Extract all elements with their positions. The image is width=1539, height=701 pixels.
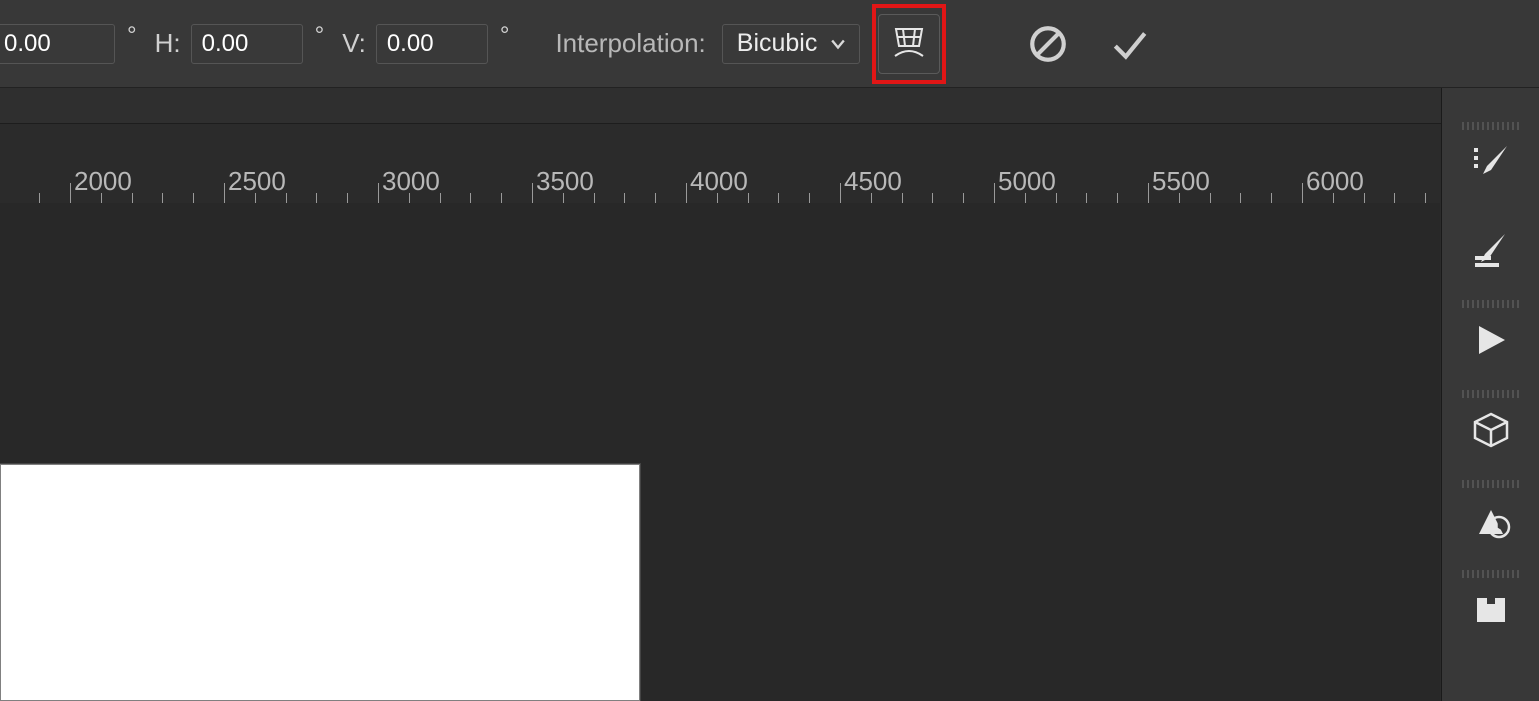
ruler-tick xyxy=(1117,193,1118,203)
ruler-tick xyxy=(193,193,194,203)
ruler-label: 2000 xyxy=(74,166,132,197)
ruler-tick xyxy=(316,193,317,203)
ruler-tick xyxy=(655,193,656,203)
transform-options-bar: 0.00 ° H: 0.00 ° V: 0.00 ° Interpolation… xyxy=(0,0,1539,88)
ruler-tick xyxy=(994,183,995,203)
cube-icon xyxy=(1471,410,1511,450)
ruler-tick xyxy=(1425,193,1426,203)
libraries-panel-button[interactable] xyxy=(1467,586,1515,634)
ruler-tick xyxy=(347,193,348,203)
canvas-viewport[interactable] xyxy=(0,203,1440,701)
brushes-panel-button[interactable] xyxy=(1467,138,1515,186)
cancel-icon xyxy=(1027,23,1069,65)
ruler-tick xyxy=(963,193,964,203)
ruler-tick xyxy=(532,183,533,203)
ruler-tick xyxy=(1148,183,1149,203)
degree-symbol: ° xyxy=(127,22,137,50)
ruler-tick xyxy=(162,193,163,203)
ruler-tick xyxy=(501,193,502,203)
ruler-tick xyxy=(1394,193,1395,203)
history-icon xyxy=(1471,500,1511,540)
document-tab-bar xyxy=(0,88,1539,124)
cancel-transform-button[interactable] xyxy=(1020,16,1076,72)
ruler-tick xyxy=(70,183,71,203)
rotation-angle-input[interactable]: 0.00 xyxy=(0,24,115,64)
panel-group-actions xyxy=(1452,300,1530,390)
interpolation-dropdown[interactable]: Bicubic xyxy=(722,24,861,64)
ruler-tick xyxy=(224,183,225,203)
panel-group-brushes xyxy=(1452,122,1530,300)
ruler-label: 3500 xyxy=(536,166,594,197)
ruler-tick xyxy=(778,193,779,203)
ruler-label: 5500 xyxy=(1152,166,1210,197)
warp-icon xyxy=(889,24,929,64)
ruler-label: 3000 xyxy=(382,166,440,197)
play-icon xyxy=(1471,320,1511,360)
ruler-tick xyxy=(809,193,810,203)
ruler-label: 4500 xyxy=(844,166,902,197)
commit-transform-button[interactable] xyxy=(1102,16,1158,72)
libraries-icon xyxy=(1471,590,1511,630)
horizontal-ruler: 2000 2500 3000 3500 4000 4500 5000 5500 6000 xyxy=(0,155,1440,203)
warp-mode-button[interactable] xyxy=(878,14,940,74)
interpolation-label: Interpolation: xyxy=(555,28,705,59)
3d-panel-button[interactable] xyxy=(1467,406,1515,454)
history-panel-button[interactable] xyxy=(1467,496,1515,544)
ruler-label: 6000 xyxy=(1306,166,1364,197)
ruler-tick xyxy=(686,183,687,203)
skew-v-input[interactable]: 0.00 xyxy=(376,24,488,64)
panel-group-3d xyxy=(1452,390,1530,480)
skew-h-label: H: xyxy=(155,28,181,59)
collapsed-panels-strip xyxy=(1441,88,1539,701)
ruler-label: 4000 xyxy=(690,166,748,197)
ruler-tick xyxy=(840,183,841,203)
ruler-tick xyxy=(39,193,40,203)
ruler-tick xyxy=(1086,193,1087,203)
brush-settings-icon xyxy=(1471,230,1511,270)
ruler-tick xyxy=(470,193,471,203)
panel-group-libraries xyxy=(1452,570,1530,660)
ruler-tick xyxy=(624,193,625,203)
ruler-label: 5000 xyxy=(998,166,1056,197)
ruler-tick xyxy=(1240,193,1241,203)
degree-symbol: ° xyxy=(500,22,510,50)
artboard[interactable] xyxy=(0,464,640,701)
brush-list-icon xyxy=(1471,142,1511,182)
skew-v-label: V: xyxy=(342,28,366,59)
ruler-tick xyxy=(932,193,933,203)
actions-panel-button[interactable] xyxy=(1467,316,1515,364)
degree-symbol: ° xyxy=(315,22,325,50)
ruler-tick xyxy=(378,183,379,203)
ruler-tick xyxy=(1271,193,1272,203)
brush-settings-panel-button[interactable] xyxy=(1467,226,1515,274)
skew-h-input[interactable]: 0.00 xyxy=(191,24,303,64)
interpolation-value: Bicubic xyxy=(737,29,818,58)
ruler-label: 2500 xyxy=(228,166,286,197)
chevron-down-icon xyxy=(831,37,845,51)
ruler-tick xyxy=(1302,183,1303,203)
checkmark-icon xyxy=(1109,23,1151,65)
panel-group-history xyxy=(1452,480,1530,570)
